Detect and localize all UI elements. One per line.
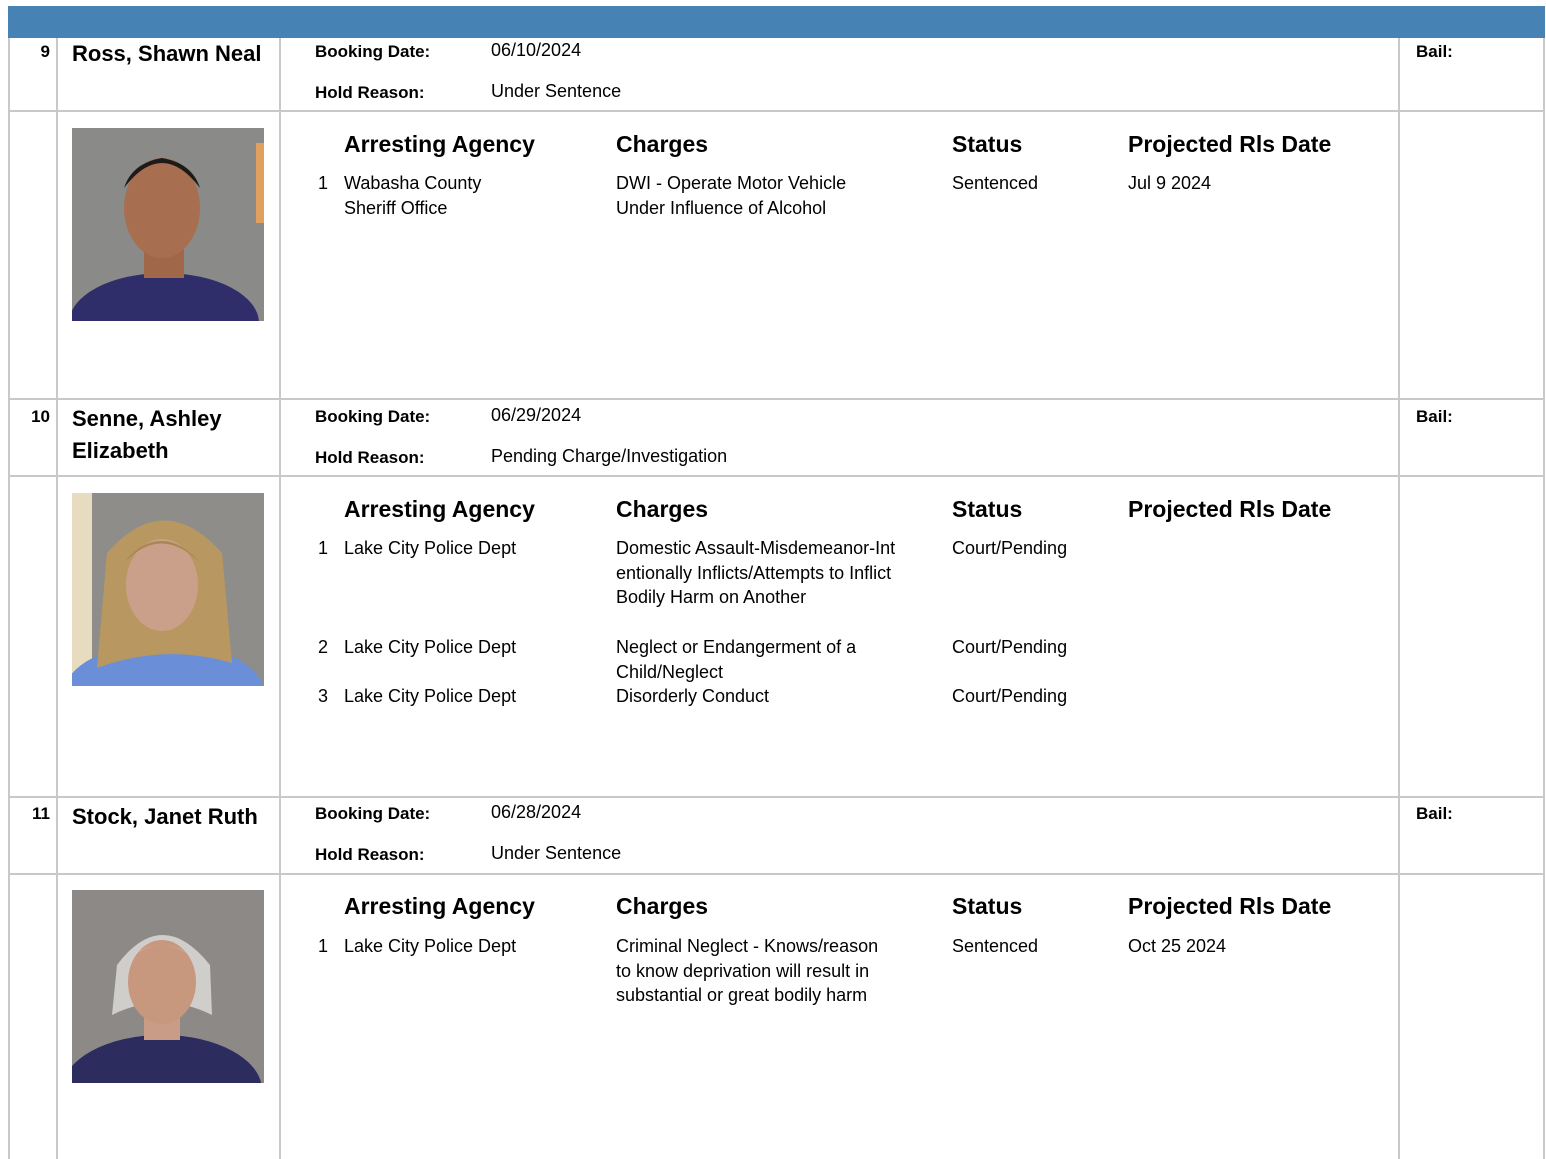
grid-line xyxy=(279,38,281,1159)
col-header-agency: Arresting Agency xyxy=(344,496,535,522)
inmate-name: Stock, Janet Ruth xyxy=(72,804,258,829)
col-header-release: Projected Rls Date xyxy=(1128,131,1332,157)
inmate-name: Senne, Ashley Elizabeth xyxy=(72,406,222,463)
grid-line xyxy=(8,796,1545,798)
mugshot-photo xyxy=(72,890,264,1083)
mugshot-photo xyxy=(72,128,264,321)
charge-description: Criminal Neglect - Knows/reason to know … xyxy=(616,936,879,1006)
grid-line xyxy=(8,38,10,1159)
col-header-agency: Arresting Agency xyxy=(344,893,535,919)
charge-agency: Lake City Police Dept xyxy=(344,686,517,706)
row-number: 11 xyxy=(32,804,50,823)
booking-date-value: 06/10/2024 xyxy=(491,40,582,60)
booking-date-value: 06/28/2024 xyxy=(491,802,582,822)
grid-line xyxy=(1543,38,1545,1159)
col-header-charges: Charges xyxy=(616,496,709,522)
hold-reason-value: Under Sentence xyxy=(491,81,622,101)
bail-label: Bail: xyxy=(1416,407,1453,426)
hold-reason-label: Hold Reason: xyxy=(315,845,425,864)
col-header-status: Status xyxy=(952,496,1023,522)
charge-status: Sentenced xyxy=(952,936,1039,956)
charge-description: DWI - Operate Motor Vehicle Under Influe… xyxy=(616,173,847,218)
charge-status: Court/Pending xyxy=(952,686,1068,706)
charge-agency: Lake City Police Dept xyxy=(344,538,517,558)
hold-reason-value: Pending Charge/Investigation xyxy=(491,446,728,466)
grid-line xyxy=(8,475,1545,477)
bail-label: Bail: xyxy=(1416,804,1453,823)
charge-agency: Lake City Police Dept xyxy=(344,637,517,657)
charge-number: 1 xyxy=(318,173,329,193)
charge-number: 1 xyxy=(318,538,329,558)
charge-agency: Wabasha County Sheriff Office xyxy=(344,173,482,218)
hold-reason-value: Under Sentence xyxy=(491,843,622,863)
booking-date-label: Booking Date: xyxy=(315,42,431,61)
grid-line xyxy=(1398,38,1400,1159)
col-header-release: Projected Rls Date xyxy=(1128,893,1332,919)
header-bar xyxy=(8,6,1545,38)
charge-status: Court/Pending xyxy=(952,538,1068,558)
booking-date-label: Booking Date: xyxy=(315,804,431,823)
grid-line xyxy=(8,873,1545,875)
charge-number: 2 xyxy=(318,637,329,657)
hold-reason-label: Hold Reason: xyxy=(315,448,425,467)
charge-agency: Lake City Police Dept xyxy=(344,936,517,956)
charge-number: 3 xyxy=(318,686,329,706)
row-number: 9 xyxy=(40,42,50,61)
charge-number: 1 xyxy=(318,936,329,956)
charge-description: Domestic Assault-Misdemeanor-Intentional… xyxy=(616,538,896,608)
grid-line xyxy=(56,38,58,1159)
charge-status: Court/Pending xyxy=(952,637,1068,657)
col-header-status: Status xyxy=(952,893,1023,919)
charge-release-date: Oct 25 2024 xyxy=(1128,936,1227,956)
mugshot-photo xyxy=(72,493,264,686)
inmate-name: Ross, Shawn Neal xyxy=(72,41,262,66)
booking-date-label: Booking Date: xyxy=(315,407,431,426)
bail-label: Bail: xyxy=(1416,42,1453,61)
col-header-release: Projected Rls Date xyxy=(1128,496,1332,522)
charge-release-date: Jul 9 2024 xyxy=(1128,173,1212,193)
hold-reason-label: Hold Reason: xyxy=(315,83,425,102)
charge-description: Neglect or Endangerment of a Child/Negle… xyxy=(616,637,857,682)
col-header-agency: Arresting Agency xyxy=(344,131,535,157)
grid-line xyxy=(8,398,1545,400)
row-number: 10 xyxy=(31,407,50,426)
charge-description: Disorderly Conduct xyxy=(616,686,770,706)
col-header-charges: Charges xyxy=(616,131,709,157)
grid-line xyxy=(8,110,1545,112)
booking-date-value: 06/29/2024 xyxy=(491,405,582,425)
col-header-charges: Charges xyxy=(616,893,709,919)
charge-status: Sentenced xyxy=(952,173,1039,193)
col-header-status: Status xyxy=(952,131,1023,157)
